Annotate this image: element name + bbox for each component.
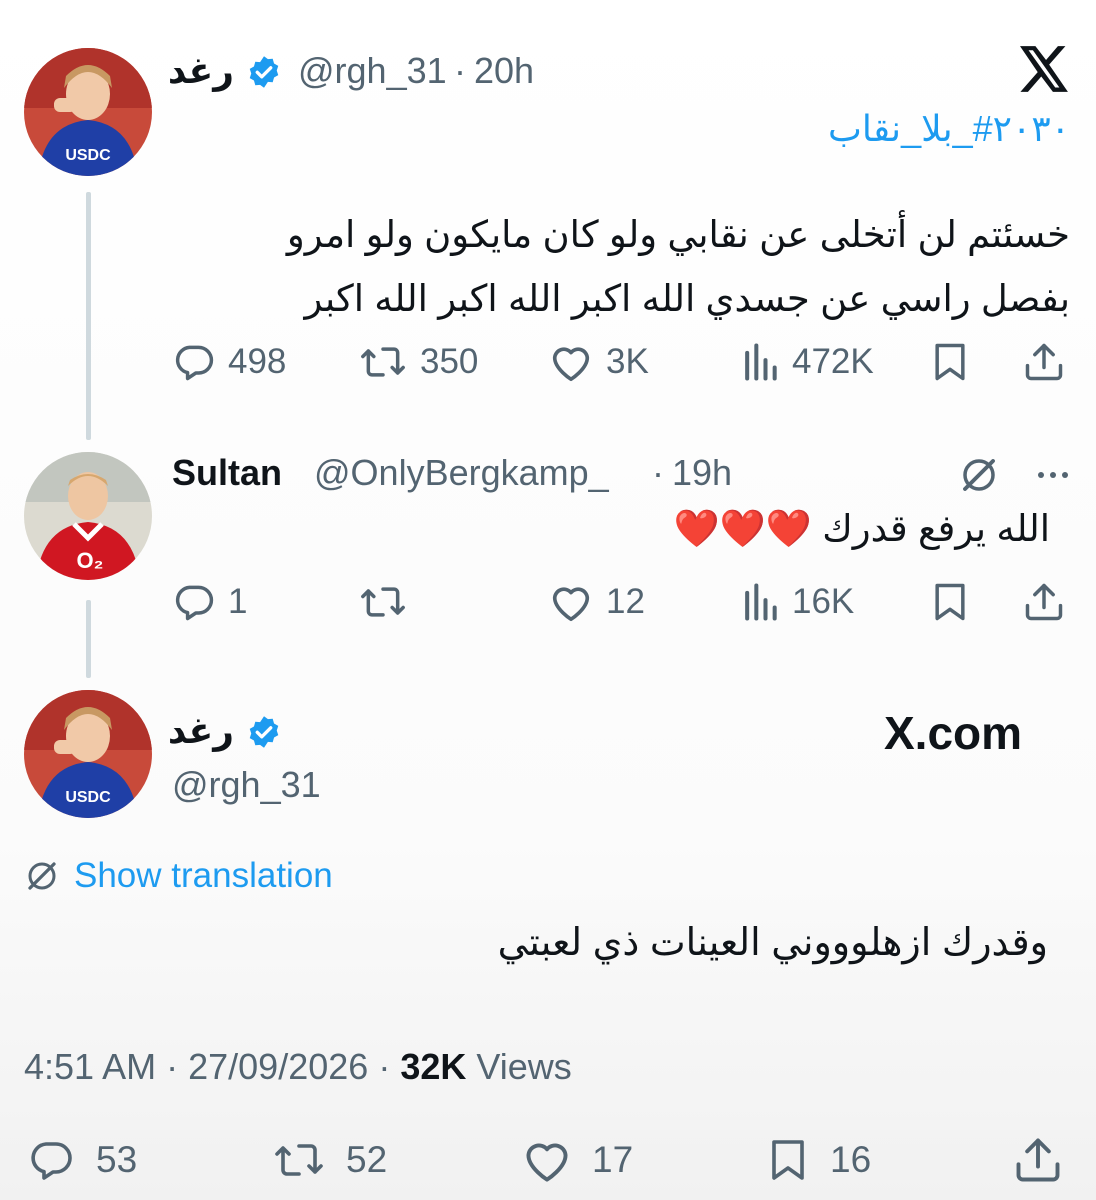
- hearts-emoji: ❤️❤️❤️: [673, 508, 812, 549]
- tweet-text-line1: خسئتم لن أتخلى عن نقابي ولو كان مايكون و…: [286, 214, 1070, 255]
- share-icon: [1016, 1138, 1060, 1182]
- repost-button[interactable]: 52: [270, 1136, 387, 1184]
- reply-icon: [175, 345, 214, 381]
- share-icon: [1025, 343, 1063, 381]
- grok-icon[interactable]: [958, 454, 1000, 496]
- reply-text-words: الله يرفع قدرك: [822, 508, 1050, 549]
- reply-count: 53: [96, 1139, 138, 1180]
- views-count: 472K: [792, 342, 874, 381]
- user-handle[interactable]: @OnlyBergkamp_: [314, 452, 609, 494]
- views-label: Views: [476, 1046, 572, 1087]
- avatar[interactable]: USDC: [24, 690, 152, 818]
- reply-count: 1: [228, 582, 248, 621]
- tweet-date[interactable]: 27/09/2026: [188, 1046, 368, 1087]
- translate-icon: [28, 862, 56, 890]
- tweet-meta: 4:51 AM · 27/09/2026 · 32K Views: [24, 1046, 572, 1087]
- tweet-time[interactable]: 4:51 AM: [24, 1046, 156, 1087]
- share-button[interactable]: [1022, 580, 1066, 624]
- repost-icon: [361, 587, 405, 617]
- bookmark-button[interactable]: 16: [764, 1136, 871, 1184]
- user-handle[interactable]: @rgh_31: [172, 764, 321, 806]
- views-icon: [745, 343, 777, 381]
- tweet-text: وقدرك ازهلوووني العينات ذي لعبتي: [497, 922, 1048, 964]
- thread-line-1: [86, 192, 91, 440]
- display-name[interactable]: Sultan: [172, 452, 282, 494]
- reply-text: الله يرفع قدرك ❤️❤️❤️: [674, 502, 1050, 556]
- repost-count: 52: [346, 1139, 388, 1180]
- show-translation-label: Show translation: [74, 856, 333, 895]
- like-count: 12: [606, 582, 645, 621]
- timestamp[interactable]: 19h: [672, 452, 732, 494]
- x-com-brand: X.com: [884, 707, 1023, 759]
- show-translation-link[interactable]: Show translation: [24, 856, 333, 896]
- like-count: 17: [592, 1139, 634, 1180]
- views-button[interactable]: 472K: [740, 340, 874, 384]
- reply-button[interactable]: 1: [172, 580, 247, 624]
- repost-icon: [275, 1144, 323, 1176]
- display-name[interactable]: رغد: [168, 710, 234, 752]
- separator: ·: [454, 50, 466, 91]
- display-name[interactable]: رغد: [168, 50, 234, 92]
- reply-button[interactable]: 498: [172, 340, 286, 384]
- repost-count: 350: [420, 342, 479, 381]
- like-button[interactable]: 3K: [548, 340, 649, 384]
- reply-icon: [175, 585, 214, 621]
- like-icon: [526, 1143, 568, 1182]
- reply-icon: [31, 1142, 72, 1180]
- repost-button[interactable]: 350: [358, 340, 478, 384]
- bookmark-count: 16: [830, 1139, 872, 1180]
- like-icon: [552, 587, 590, 622]
- repost-button[interactable]: [358, 580, 420, 624]
- svg-text:USDC: USDC: [65, 789, 111, 806]
- user-handle[interactable]: @rgh_31: [298, 50, 447, 92]
- share-button[interactable]: [1012, 1134, 1064, 1186]
- x-logo-icon[interactable]: [1020, 46, 1070, 92]
- views-icon: [745, 583, 777, 621]
- like-icon: [552, 347, 590, 382]
- views-count: 16K: [792, 582, 855, 621]
- share-icon: [1025, 583, 1063, 621]
- repost-icon: [361, 347, 405, 377]
- like-button[interactable]: 12: [548, 580, 645, 624]
- views-total: 32K: [400, 1046, 467, 1087]
- reply-count: 498: [228, 342, 287, 381]
- avatar[interactable]: USDC: [24, 48, 152, 176]
- separator: ·: [652, 452, 664, 493]
- hashtag-link[interactable]: #۲۰۳۰_بلا_نقاب: [828, 108, 1070, 150]
- verified-badge-icon: [246, 714, 282, 750]
- svg-text:USDC: USDC: [65, 147, 111, 164]
- bookmark-button[interactable]: [930, 340, 970, 384]
- bookmark-button[interactable]: [930, 580, 970, 624]
- thread-line-2: [86, 600, 91, 678]
- more-icon[interactable]: [1036, 460, 1070, 490]
- svg-text:O₂: O₂: [77, 548, 104, 573]
- views-button[interactable]: 16K: [740, 580, 854, 624]
- share-button[interactable]: [1022, 340, 1066, 384]
- timestamp[interactable]: 20h: [474, 50, 534, 92]
- like-button[interactable]: 17: [520, 1136, 633, 1184]
- tweet-text-line2: بفصل راسي عن جسدي الله اكبر الله اكبر ال…: [304, 278, 1070, 319]
- bookmark-icon: [772, 1140, 804, 1180]
- verified-badge-icon: [246, 54, 282, 90]
- bookmark-icon: [935, 583, 965, 621]
- avatar[interactable]: O₂: [24, 452, 152, 580]
- reply-button[interactable]: 53: [24, 1136, 137, 1184]
- like-count: 3K: [606, 342, 649, 381]
- bookmark-icon: [935, 343, 965, 381]
